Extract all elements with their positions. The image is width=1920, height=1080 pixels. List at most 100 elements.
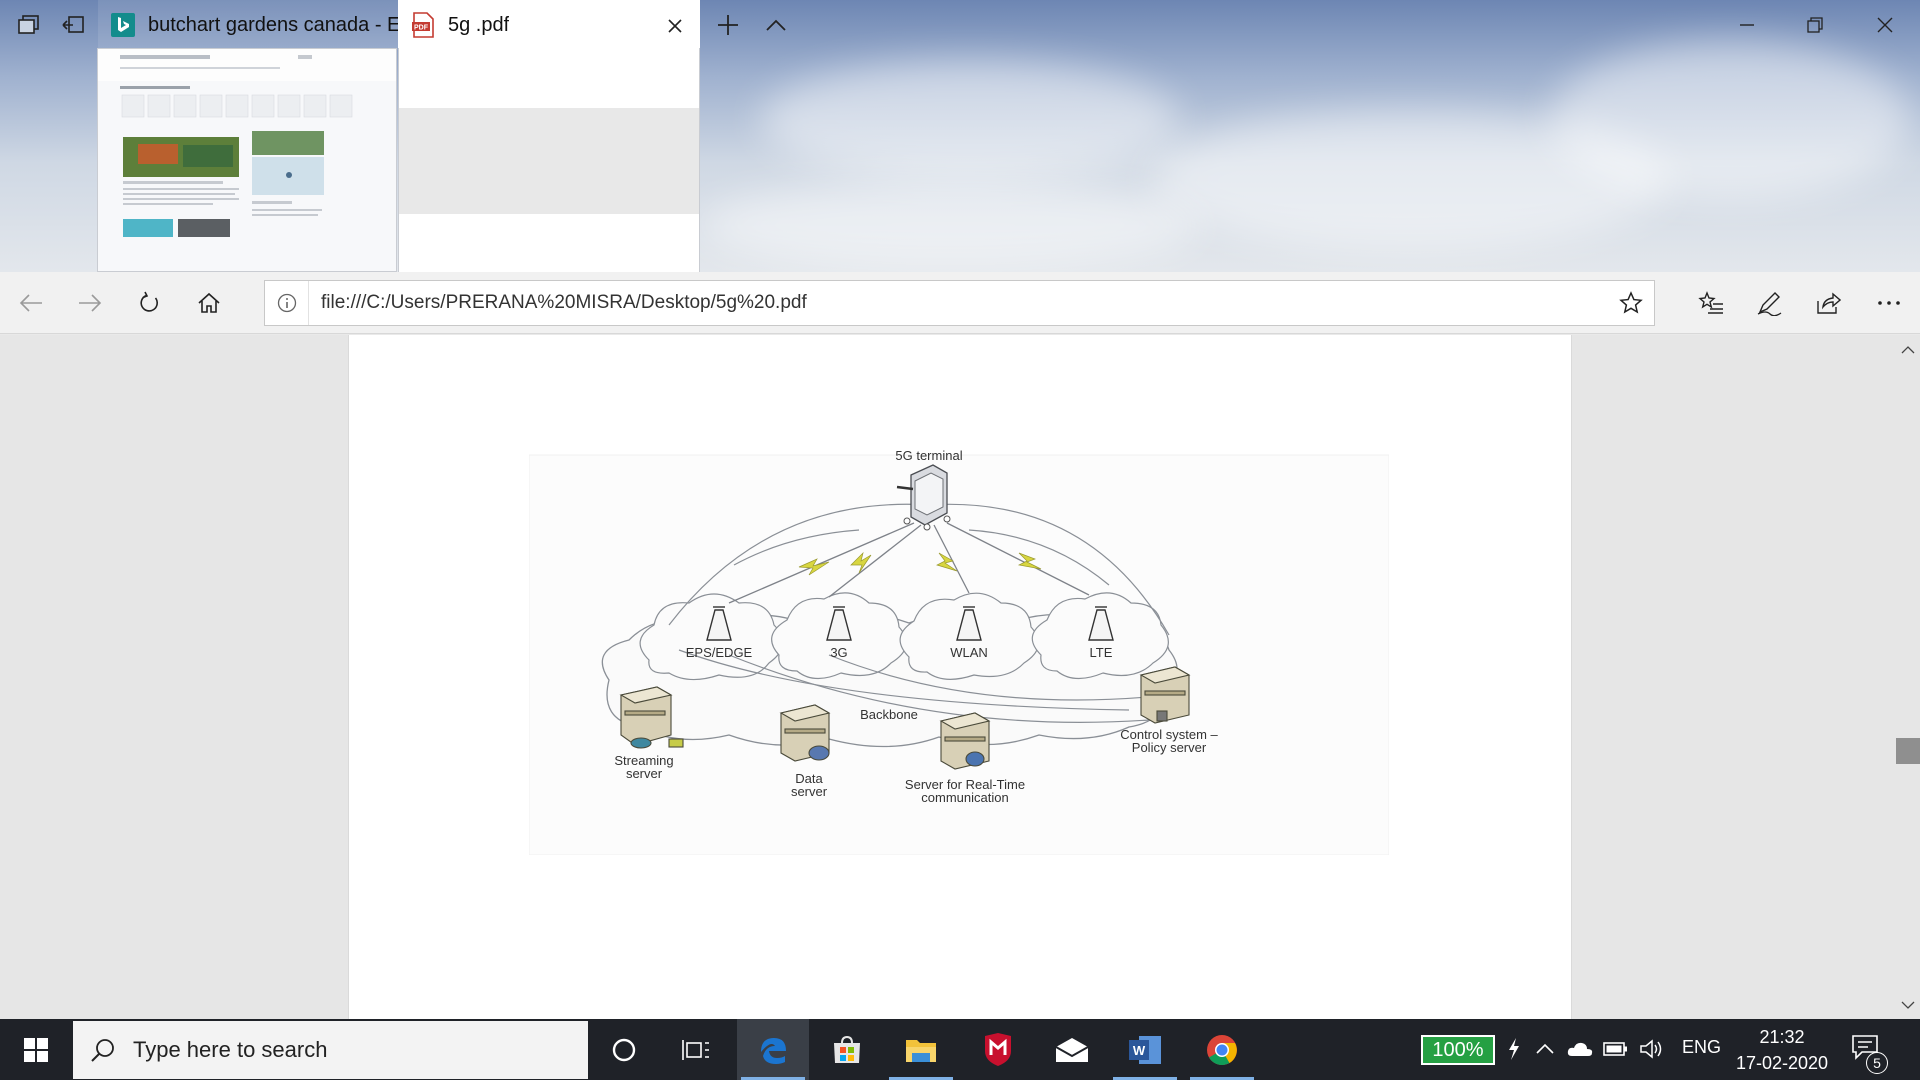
arrow-right-icon [79,294,102,312]
chevron-up-icon [1536,1043,1554,1054]
edge-icon [761,1037,786,1064]
restore-window-button[interactable] [1792,0,1838,50]
tab-5g-pdf[interactable]: PDF 5g .pdf [398,0,700,50]
file-explorer-app[interactable] [885,1019,957,1080]
pdf-viewer[interactable]: 5G terminal EPS/EDGE 3G WLAN LTE Backbon… [0,335,1920,1019]
pdf-icon: PDF [410,12,436,38]
battery-percentage-badge[interactable]: 100% [1421,1035,1495,1065]
folder-icon [906,1039,936,1062]
search-placeholder: Type here to search [133,1037,328,1062]
task-view-button[interactable] [660,1019,732,1080]
navigation-toolbar: file:///C:/Users/PRERANA%20MISRA/Desktop… [0,272,1920,334]
more-icon [1878,301,1900,305]
hide-tab-previews-button[interactable] [754,0,798,50]
chevron-down-icon [1901,1001,1915,1009]
plus-icon [718,15,738,35]
chevron-up-icon [1901,346,1915,354]
home-button[interactable] [186,280,232,326]
clock-date: 17-02-2020 [1735,1053,1829,1073]
close-icon [1877,17,1893,33]
store-icon [834,1035,860,1063]
edge-app[interactable] [737,1019,809,1080]
scrollbar-thumb[interactable] [1896,738,1920,764]
restore-tabs-button[interactable] [52,0,94,50]
info-icon [277,293,296,313]
windows-logo-icon [24,1037,48,1062]
notification-count-badge: 5 [1866,1052,1888,1074]
cortana-button[interactable] [588,1019,660,1080]
show-hidden-icons-button[interactable] [1531,1035,1559,1063]
cloud-label: EPS/EDGE [686,645,753,660]
site-info-button[interactable] [265,281,309,325]
taskbar: Type here to search W 100% ENG 21:32 17-… [0,1019,1920,1080]
bing-icon [110,12,136,38]
forward-button[interactable] [67,280,113,326]
volume-icon[interactable] [1638,1035,1666,1063]
set-tabs-aside-button[interactable] [8,0,50,50]
home-icon [198,292,220,313]
arrow-left-icon [19,294,42,312]
charging-icon[interactable] [1500,1035,1528,1063]
onedrive-icon[interactable] [1566,1035,1594,1063]
input-language-indicator[interactable]: ENG [1682,1037,1721,1058]
mcafee-app[interactable] [962,1019,1034,1080]
chrome-icon [1207,1034,1237,1065]
task-view-icon [682,1039,709,1060]
back-button[interactable] [8,280,54,326]
restore-window-icon [1807,17,1823,33]
settings-more-button[interactable] [1866,280,1912,326]
chrome-app[interactable] [1186,1019,1258,1080]
refresh-button[interactable] [126,280,172,326]
star-icon [1619,291,1643,314]
cortana-icon [612,1038,636,1061]
pdf-page: 5G terminal EPS/EDGE 3G WLAN LTE Backbon… [348,335,1572,1019]
close-tab-button[interactable] [662,13,688,39]
favorites-list-icon [1698,291,1723,314]
mcafee-shield-icon [985,1032,1011,1066]
svg-text:PDF: PDF [414,25,429,32]
search-icon [73,1037,133,1063]
scroll-down-button[interactable] [1896,995,1920,1015]
pen-icon [1757,292,1782,316]
scroll-up-button[interactable] [1896,340,1920,360]
minimize-button[interactable] [1724,0,1770,50]
favorites-button[interactable] [1688,280,1734,326]
battery-icon[interactable] [1602,1035,1630,1063]
cloud-label: WLAN [950,645,988,660]
tab-label: 5g .pdf [448,13,510,36]
store-app[interactable] [811,1019,883,1080]
start-button[interactable] [0,1019,72,1080]
svg-text:W: W [1133,1043,1146,1058]
tabs-aside-icon [18,15,39,34]
tab-preview-thumbnail[interactable] [398,48,700,272]
clock[interactable]: 21:32 17-02-2020 [1730,1025,1834,1077]
word-app[interactable]: W [1109,1019,1181,1080]
refresh-icon [140,291,158,312]
server-label: server [791,784,828,799]
server-label: Policy server [1132,740,1207,755]
taskbar-search-box[interactable]: Type here to search [73,1021,588,1079]
share-icon [1817,292,1841,314]
cloud-label: LTE [1090,645,1113,660]
restore-tabs-icon [62,16,84,33]
cloud-label: 3G [830,645,847,660]
url-field[interactable]: file:///C:/Users/PRERANA%20MISRA/Desktop… [309,292,1608,314]
add-favorite-button[interactable] [1608,281,1654,325]
clock-time: 21:32 [1759,1027,1805,1047]
tab-label: butchart gardens canada - E [148,13,398,36]
chevron-up-icon [766,19,786,31]
terminal-label: 5G terminal [895,448,962,463]
mail-app[interactable] [1036,1019,1108,1080]
share-button[interactable] [1805,280,1851,326]
new-tab-button[interactable] [706,0,750,50]
tab-butchart-gardens[interactable]: butchart gardens canada - E [98,0,398,50]
close-window-button[interactable] [1862,0,1908,50]
bing-page-thumbnail [98,49,396,237]
address-bar[interactable]: file:///C:/Users/PRERANA%20MISRA/Desktop… [264,280,1655,326]
web-note-button[interactable] [1746,280,1792,326]
minimize-icon [1740,24,1754,26]
server-label: communication [921,790,1008,805]
tab-preview-thumbnail[interactable] [97,48,397,272]
network-diagram: 5G terminal EPS/EDGE 3G WLAN LTE Backbon… [529,448,1389,855]
pdf-thumbnail-band [399,108,699,214]
